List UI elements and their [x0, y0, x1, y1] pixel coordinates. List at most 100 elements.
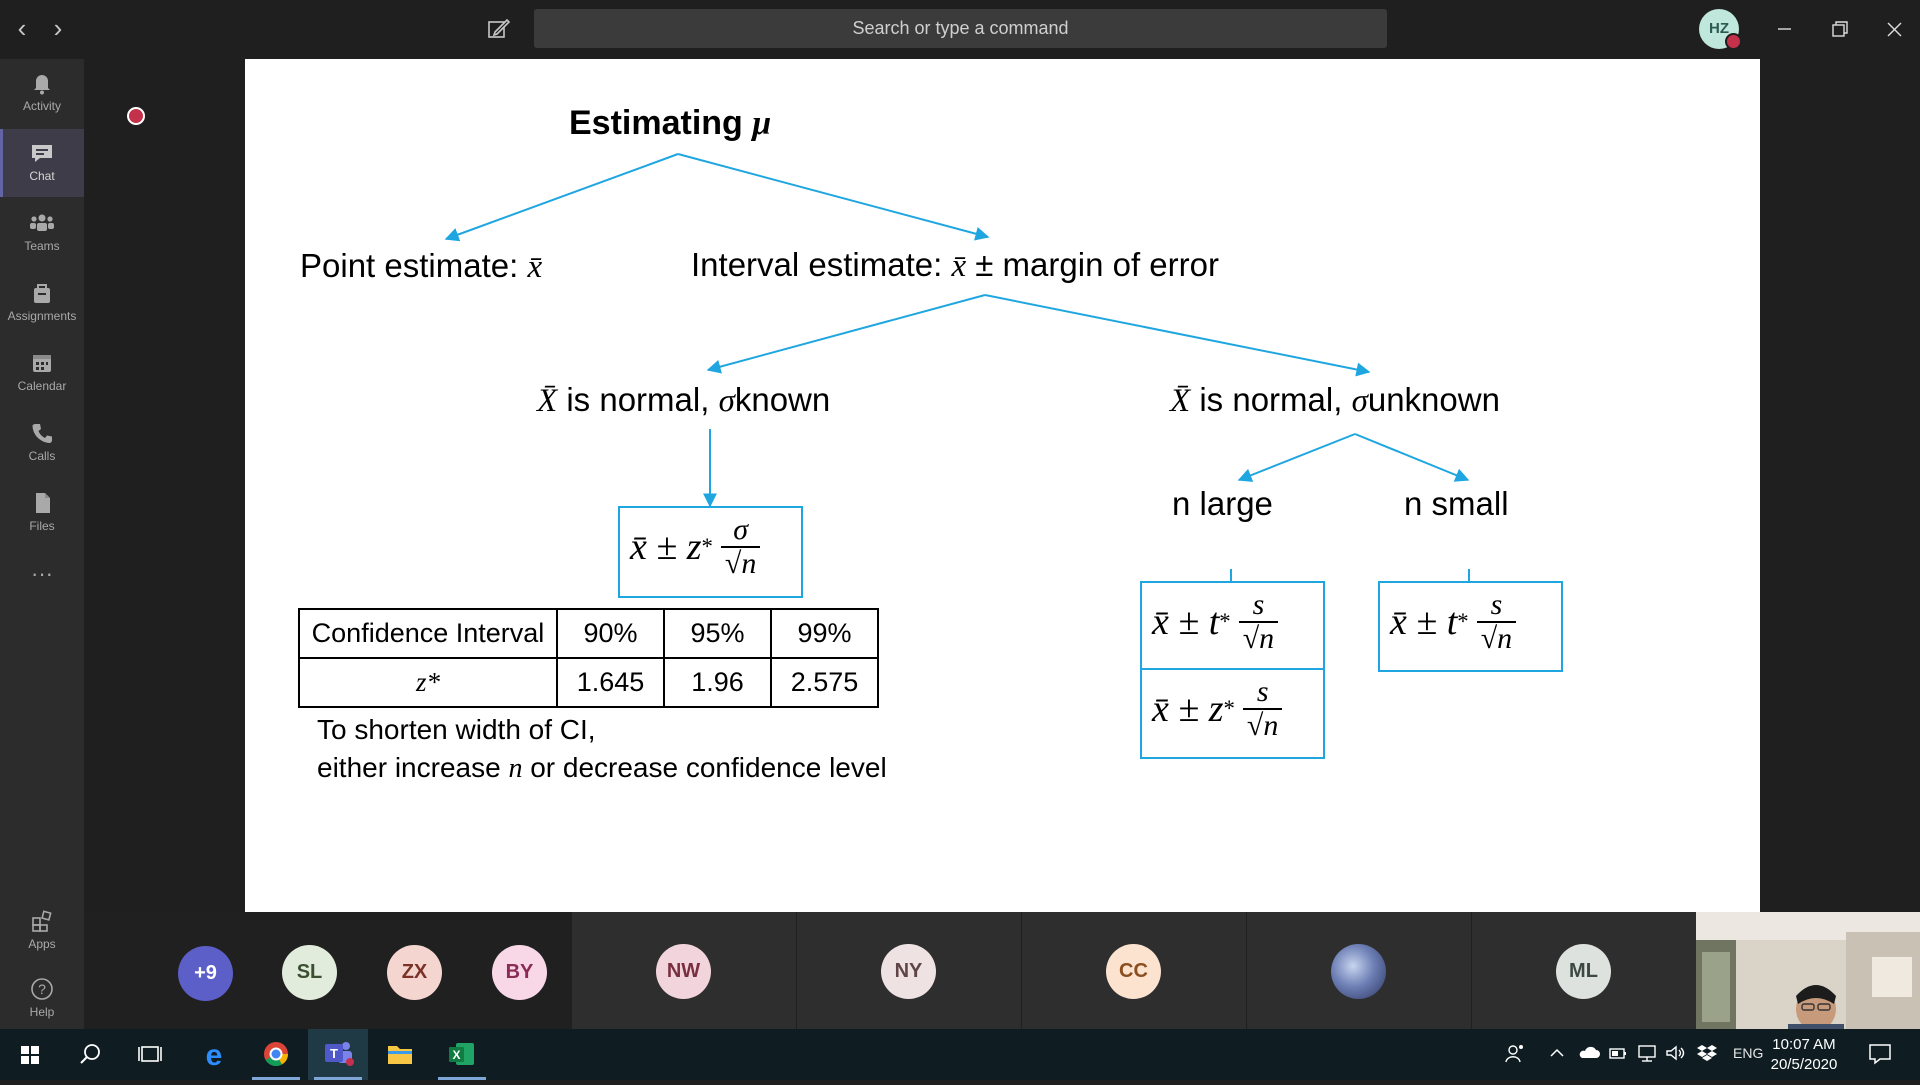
notification-center-icon[interactable]: [1868, 1042, 1892, 1069]
avatar-initials: +9: [194, 962, 217, 984]
rail-label: Apps: [28, 937, 56, 951]
onedrive-cloud-icon[interactable]: [1578, 1043, 1600, 1066]
compose-icon[interactable]: [484, 14, 514, 44]
participant-avatar[interactable]: NW: [656, 944, 711, 999]
self-video-preview[interactable]: [1696, 912, 1920, 1029]
task-view-icon[interactable]: [120, 1029, 180, 1080]
avatar-initials: NY: [894, 960, 923, 982]
fraction: σ √n: [720, 514, 761, 580]
start-windows-icon[interactable]: [0, 1029, 60, 1080]
fraction-denominator: √n: [1242, 707, 1283, 742]
avatar-initials: ML: [1569, 960, 1598, 982]
table-row: z* 1.645 1.96 2.575: [298, 657, 879, 708]
excel-app-icon[interactable]: X: [432, 1029, 492, 1080]
people-icon[interactable]: [1505, 1043, 1525, 1066]
fraction: s √n: [1476, 589, 1517, 654]
teams-app-icon[interactable]: T: [308, 1029, 368, 1080]
title-text: Estimating: [569, 104, 743, 142]
formula-box-z-sigma: x̄ ± z * σ √n: [618, 506, 803, 598]
fraction-denominator: √n: [720, 545, 761, 580]
volume-icon[interactable]: [1665, 1043, 1687, 1066]
bell-icon: [34, 75, 50, 95]
file-explorer-icon[interactable]: [370, 1029, 430, 1080]
rail-item-help[interactable]: ? Help: [0, 965, 84, 1033]
search-input[interactable]: Search or type a command: [534, 9, 1387, 48]
input-language[interactable]: ENG: [1733, 1045, 1763, 1061]
formula-lhs: x̄ ± t: [1152, 600, 1220, 643]
participant-avatar[interactable]: ML: [1556, 944, 1611, 999]
sigma-symbol: σ: [718, 383, 735, 419]
more-participants-avatar[interactable]: +9: [178, 946, 233, 1001]
participant-avatar[interactable]: CC: [1106, 944, 1161, 999]
restore-icon[interactable]: [1816, 6, 1862, 52]
files-icon: [36, 493, 50, 513]
sigma-unknown-label: X̄ is normal, σunknown: [1170, 381, 1500, 420]
margin-of-error-text: ± margin of error: [975, 246, 1219, 283]
rail-item-calls[interactable]: Calls: [0, 409, 84, 477]
formula-lhs: x̄ ± t: [1390, 600, 1458, 643]
formula-box-t-large: x̄ ± t * s √n: [1140, 581, 1325, 672]
is-normal-text: is normal,: [1199, 381, 1343, 418]
user-avatar[interactable]: HZ: [1699, 9, 1742, 50]
app-rail: Activity Chat Teams Assignments Calendar…: [0, 59, 84, 1029]
rail-label: Activity: [22, 99, 61, 113]
note-line-2: either increase n or decrease confidence…: [317, 752, 887, 785]
formula-t-small: x̄ ± t * s √n: [1390, 589, 1517, 654]
more-icon: ···: [31, 561, 53, 586]
table-cell: Confidence Interval: [298, 608, 558, 659]
rail-item-assignments[interactable]: Assignments: [0, 269, 84, 337]
participant-avatar[interactable]: SL: [282, 945, 337, 1000]
dropbox-icon[interactable]: [1697, 1043, 1717, 1066]
close-icon[interactable]: [1871, 6, 1917, 52]
more-apps-button[interactable]: ···: [0, 559, 84, 599]
interval-estimate-label: Interval estimate: x̄ ± margin of error: [691, 246, 1219, 285]
participant-avatar[interactable]: NY: [881, 944, 936, 999]
phone-icon: [32, 424, 52, 443]
participant-avatar[interactable]: BY: [492, 945, 547, 1000]
user-initials: HZ: [1709, 20, 1729, 37]
participant-photo-avatar[interactable]: [1331, 944, 1386, 999]
note-text: or decrease confidence level: [530, 752, 887, 783]
rail-item-teams[interactable]: Teams: [0, 199, 84, 267]
participant-avatar[interactable]: ZX: [387, 945, 442, 1000]
battery-icon[interactable]: [1608, 1043, 1628, 1066]
known-text: known: [734, 381, 831, 418]
chevron-up-icon[interactable]: [1549, 1043, 1565, 1066]
rail-item-files[interactable]: Files: [0, 479, 84, 547]
n-large-label: n large: [1172, 485, 1273, 522]
minimize-icon[interactable]: [1761, 6, 1807, 52]
formula-t-large: x̄ ± t * s √n: [1152, 589, 1279, 655]
sigma-symbol: σ: [1351, 383, 1368, 419]
forward-arrow-icon[interactable]: ›: [46, 12, 70, 44]
svg-text:?: ?: [38, 981, 46, 997]
rail-label: Assignments: [7, 309, 77, 323]
note-n: n: [508, 753, 523, 784]
note-text: either increase: [317, 752, 501, 783]
rail-item-activity[interactable]: Activity: [0, 59, 84, 127]
n-small-label: n small: [1404, 485, 1509, 522]
rail-item-calendar[interactable]: Calendar: [0, 339, 84, 407]
note-line-1: To shorten width of CI,: [317, 714, 596, 745]
table-cell: 90%: [556, 608, 665, 659]
svg-text:e: e: [206, 1039, 223, 1072]
back-arrow-icon[interactable]: ‹: [10, 12, 34, 44]
network-icon[interactable]: [1637, 1043, 1657, 1066]
help-icon: ?: [31, 978, 53, 1000]
avatar-initials: SL: [296, 961, 323, 983]
taskbar-clock[interactable]: 10:07 AM 20/5/2020: [1766, 1035, 1842, 1075]
chrome-browser-icon[interactable]: [246, 1029, 306, 1080]
fraction-denominator: √n: [1238, 620, 1279, 655]
rail-item-chat[interactable]: Chat: [0, 129, 84, 197]
confidence-table: Confidence Interval 90% 95% 99% z* 1.645…: [298, 608, 879, 708]
edge-browser-icon[interactable]: e: [184, 1029, 244, 1080]
formula-z-large: x̄ ± z * s √n: [1152, 676, 1283, 742]
table-cell: 1.96: [663, 657, 772, 708]
table-cell: 95%: [663, 608, 772, 659]
assignments-icon: [34, 284, 50, 303]
avatar-initials: CC: [1119, 960, 1148, 982]
avatar-initials: ZX: [401, 961, 428, 983]
rail-item-apps[interactable]: Apps: [0, 897, 84, 965]
recording-indicator-icon: [127, 107, 145, 125]
table-row: Confidence Interval 90% 95% 99%: [298, 608, 879, 659]
search-icon[interactable]: [60, 1029, 120, 1080]
